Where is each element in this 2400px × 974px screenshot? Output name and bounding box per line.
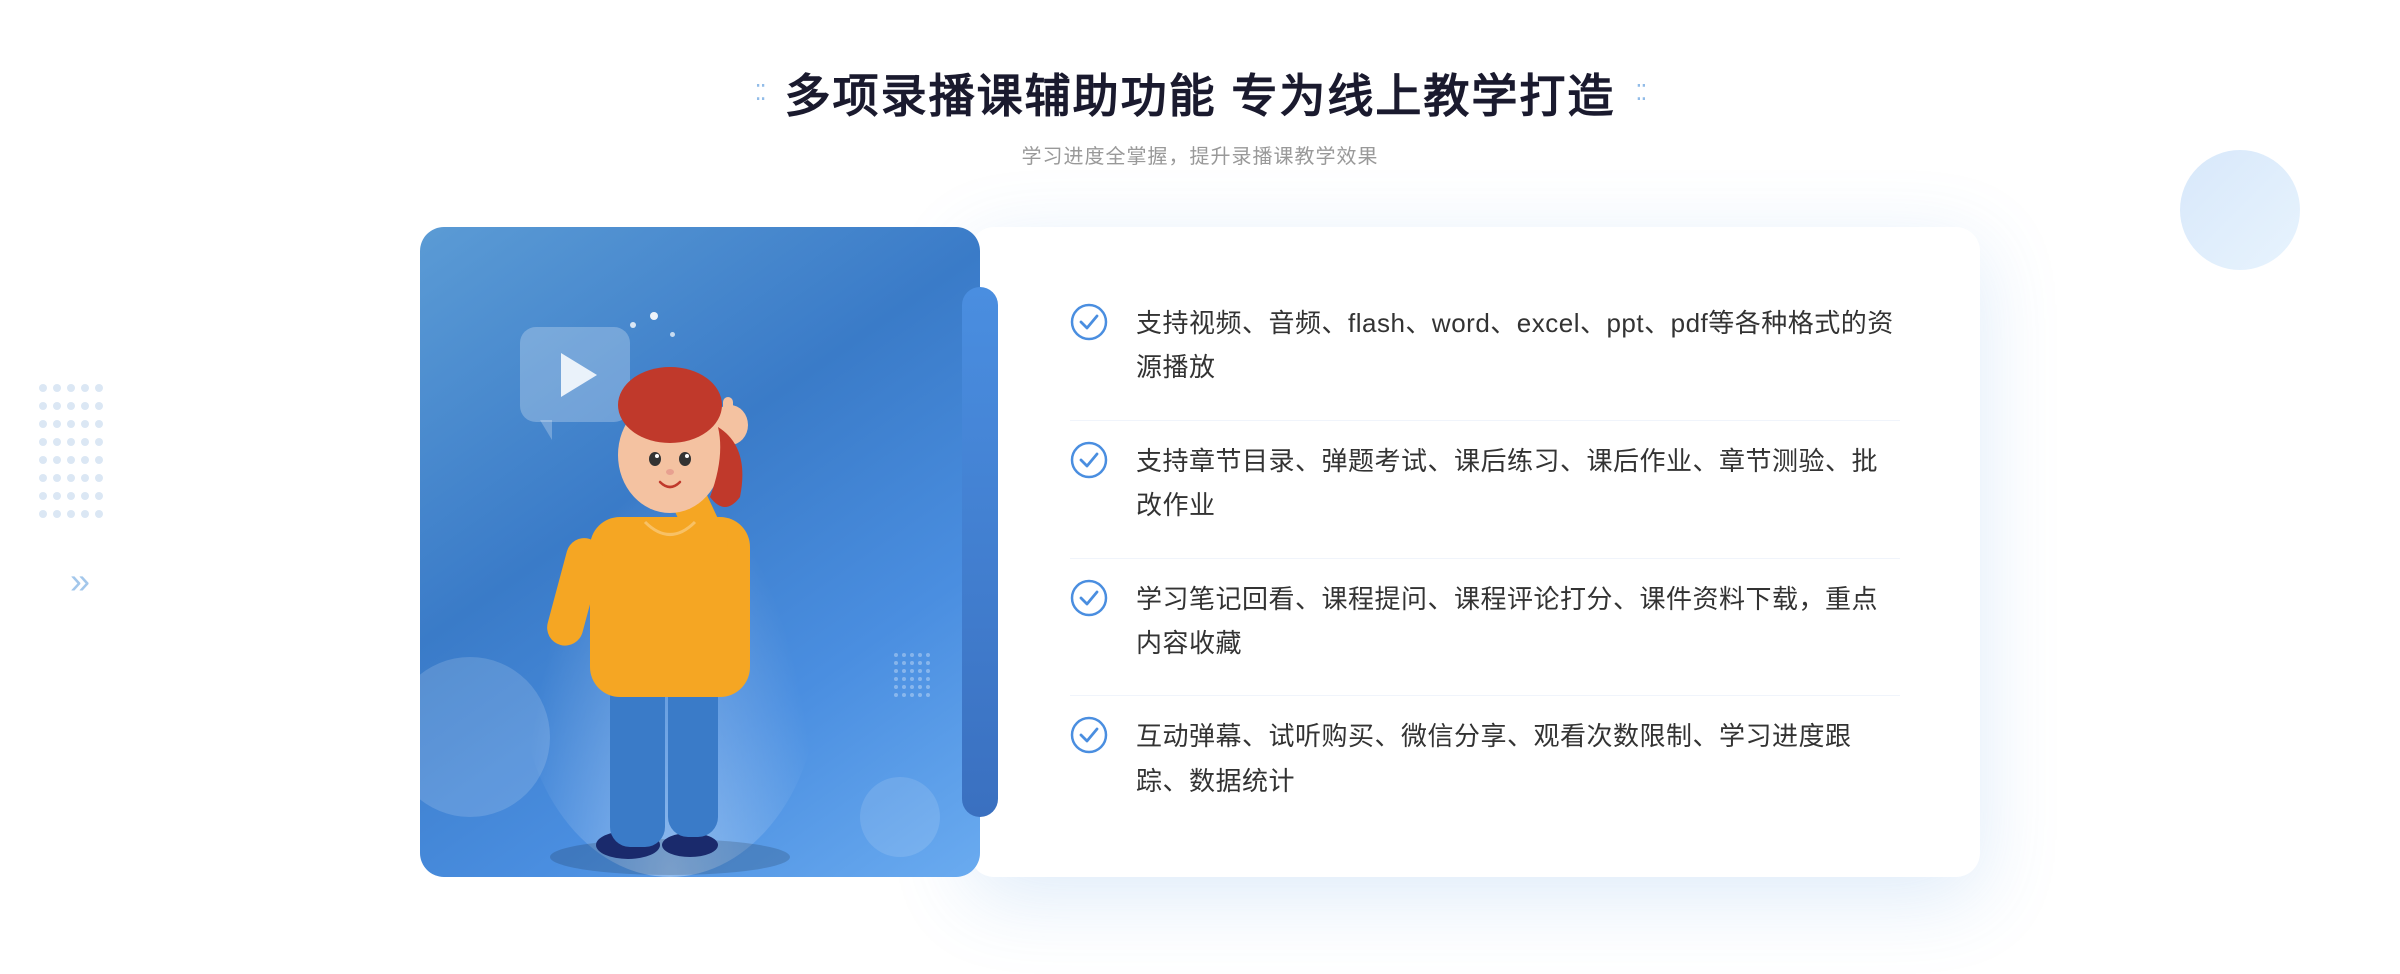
- feature-item-1: 支持视频、音频、flash、word、excel、ppt、pdf等各种格式的资源…: [1070, 283, 1900, 407]
- dot-pattern-left: [35, 380, 105, 565]
- check-icon-1: [1070, 303, 1108, 341]
- feature-text-2: 支持章节目录、弹题考试、课后练习、课后作业、章节测验、批改作业: [1136, 439, 1900, 527]
- decorative-circle-top-right: [2180, 150, 2300, 270]
- feature-text-3: 学习笔记回看、课程提问、课程评论打分、课件资料下载，重点内容收藏: [1136, 577, 1900, 665]
- illustration-card: [420, 227, 980, 877]
- feature-item-2: 支持章节目录、弹题考试、课后练习、课后作业、章节测验、批改作业: [1070, 420, 1900, 545]
- feature-item-3: 学习笔记回看、课程提问、课程评论打分、课件资料下载，重点内容收藏: [1070, 558, 1900, 683]
- chevron-left-icon: »: [70, 560, 90, 602]
- person-illustration: [470, 297, 890, 877]
- feature-text-4: 互动弹幕、试听购买、微信分享、观看次数限制、学习进度跟踪、数据统计: [1136, 714, 1900, 802]
- header-dots-left-icon: ⁚⁚: [755, 80, 765, 106]
- header-dots-right-icon: ⁚⁚: [1635, 80, 1645, 106]
- check-icon-3: [1070, 579, 1108, 617]
- check-icon-4: [1070, 716, 1108, 754]
- page-subtitle: 学习进度全掌握，提升录播课教学效果: [755, 140, 1646, 169]
- feature-text-1: 支持视频、音频、flash、word、excel、ppt、pdf等各种格式的资源…: [1136, 301, 1900, 389]
- page-title: 多项录播课辅助功能 专为线上教学打造: [785, 60, 1616, 126]
- check-icon-2: [1070, 441, 1108, 479]
- vertical-accent-bar: [962, 287, 998, 817]
- feature-item-4: 互动弹幕、试听购买、微信分享、观看次数限制、学习进度跟踪、数据统计: [1070, 695, 1900, 820]
- main-content: 支持视频、音频、flash、word、excel、ppt、pdf等各种格式的资源…: [420, 227, 1980, 877]
- stripe-decoration: [894, 653, 930, 697]
- features-card: 支持视频、音频、flash、word、excel、ppt、pdf等各种格式的资源…: [970, 227, 1980, 877]
- page-header: ⁚⁚ 多项录播课辅助功能 专为线上教学打造 ⁚⁚ 学习进度全掌握，提升录播课教学…: [755, 60, 1646, 169]
